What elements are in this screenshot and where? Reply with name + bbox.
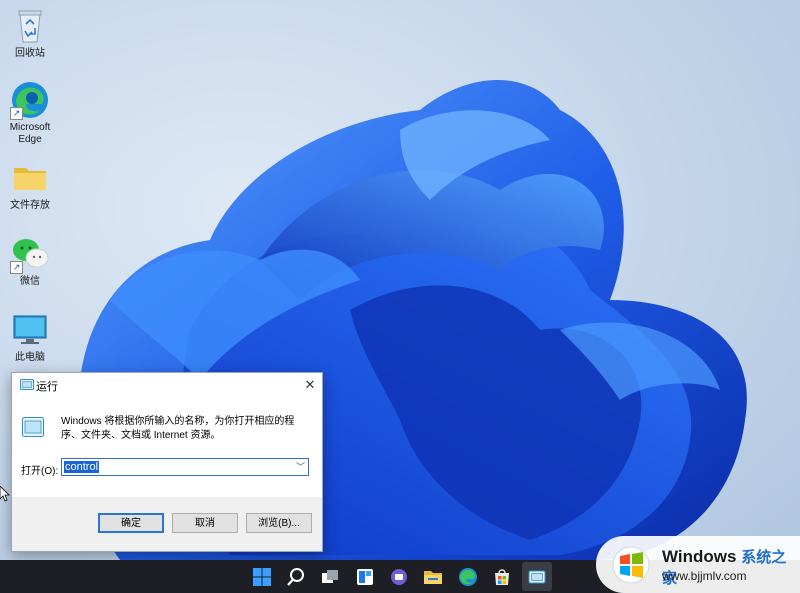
widgets-icon[interactable] [355,567,375,587]
run-description: Windows 将根据你所输入的名称，为你打开相应的程序、文件夹、文档或 Int… [61,416,295,441]
desktop-icon-recycle-bin[interactable]: 回收站 [2,6,58,60]
windows-logo-icon [612,546,650,584]
wechat-icon: ↗ [10,234,50,274]
browse-button[interactable]: 浏览(B)... [246,513,312,533]
run-dialog-body: Windows 将根据你所输入的名称，为你打开相应的程序、文件夹、文档或 Int… [12,397,322,497]
file-explorer-icon[interactable] [423,567,443,587]
desktop-icon-label: Microsoft Edge [9,122,51,145]
task-view-icon[interactable] [320,567,340,587]
chevron-down-icon[interactable]: ﹀ [296,460,305,473]
desktop-icon-wechat[interactable]: ↗ 微信 [2,234,58,288]
microsoft-store-icon[interactable] [492,567,512,587]
search-icon[interactable] [286,567,306,587]
run-icon [22,417,44,437]
shortcut-arrow-icon: ↗ [10,261,23,274]
open-input-value[interactable]: control [64,461,100,473]
ok-button[interactable]: 确定 [98,513,164,533]
desktop-icon-this-pc[interactable]: 此电脑 [2,310,58,364]
close-button[interactable]: ✕ [298,373,322,397]
open-input[interactable]: control ﹀ [61,458,309,476]
run-icon [20,379,34,390]
watermark-badge: Windows 系统之家 www.bjjmlv.com [596,536,800,593]
run-dialog-footer: 确定 取消 浏览(B)... [12,497,322,551]
windows-start-icon[interactable] [252,567,272,587]
open-label: 打开(O): [21,466,59,477]
desktop-icon-label: 微信 [20,276,40,287]
run-titlebar[interactable]: 运行 ✕ [12,373,322,397]
desktop-icon-label: 此电脑 [15,352,45,363]
cancel-button[interactable]: 取消 [172,513,238,533]
run-dialog: 运行 ✕ Windows 将根据你所输入的名称，为你打开相应的程序、文件夹、文档… [11,372,323,552]
folder-icon [10,158,50,198]
edge-icon[interactable] [458,567,478,587]
recycle-bin-icon [10,6,50,46]
mouse-cursor-icon [0,486,10,502]
desktop-icon-label: 文件存放 [10,200,50,211]
shortcut-arrow-icon: ↗ [10,107,23,120]
desktop-icon-folder[interactable]: 文件存放 [2,158,58,212]
desktop-icon-label: 回收站 [15,48,45,59]
monitor-icon [10,310,50,350]
run-icon[interactable] [527,567,547,587]
desktop-icon-edge[interactable]: ↗ Microsoft Edge [2,80,58,146]
edge-icon: ↗ [10,80,50,120]
watermark-url: www.bjjmlv.com [662,569,747,583]
teams-chat-icon[interactable] [389,567,409,587]
run-dialog-title: 运行 [36,381,58,393]
